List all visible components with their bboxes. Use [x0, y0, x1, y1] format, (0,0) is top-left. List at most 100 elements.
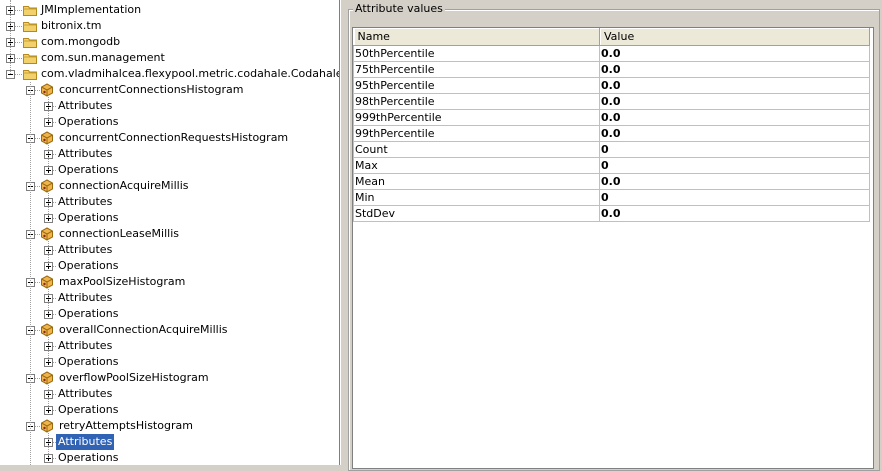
tree-line [53, 218, 56, 219]
tree-node-mbean[interactable]: connectionLeaseMillis [0, 226, 339, 242]
tree-node-label: connectionLeaseMillis [59, 227, 179, 240]
tree-node-label: Operations [58, 163, 119, 176]
tree-node-mbean[interactable]: maxPoolSizeHistogram [0, 274, 339, 290]
tree-node-label: bitronix.tm [41, 19, 102, 32]
tree-node-label: Attributes [58, 387, 113, 400]
tree-line [53, 106, 56, 107]
tree-node-attributes[interactable]: Attributes [0, 242, 339, 258]
tree-line [53, 458, 56, 459]
tree-node-label: Attributes [56, 434, 115, 450]
attribute-value[interactable]: 0.0 [599, 109, 870, 126]
mbean-icon [40, 419, 54, 433]
attribute-row[interactable]: 75thPercentile 0.0 [353, 61, 870, 78]
attribute-value[interactable]: 0.0 [599, 77, 870, 94]
tree-node-label: Attributes [58, 291, 113, 304]
tree-node-mbean[interactable]: retryAttemptsHistogram [0, 418, 339, 434]
tree-node-label: retryAttemptsHistogram [59, 419, 193, 432]
tree-node-attributes[interactable]: Attributes [0, 146, 339, 162]
tree-node-mbean[interactable]: concurrentConnectionRequestsHistogram [0, 130, 339, 146]
tree-node-operations[interactable]: Operations [0, 450, 339, 465]
attribute-value[interactable]: 0.0 [599, 93, 870, 110]
tree-line [53, 250, 56, 251]
tree-line [48, 143, 49, 170]
attribute-value[interactable]: 0 [599, 157, 870, 174]
tree-line [48, 191, 49, 218]
tree-node-label: connectionAcquireMillis [59, 179, 189, 192]
mbean-icon [40, 83, 54, 97]
tree-line [53, 202, 56, 203]
tree-node-operations[interactable]: Operations [0, 306, 339, 322]
attribute-name: 75thPercentile [353, 61, 600, 78]
attribute-row[interactable]: Count 0 [353, 141, 870, 158]
attribute-value[interactable]: 0.0 [599, 45, 870, 62]
attribute-name: 50thPercentile [353, 45, 600, 62]
column-header-value[interactable]: Value [599, 28, 870, 46]
tree-node-operations[interactable]: Operations [0, 258, 339, 274]
folder-icon [23, 52, 37, 64]
tree-node-label: concurrentConnectionRequestsHistogram [59, 131, 289, 144]
tree-node-mbean[interactable]: concurrentConnectionsHistogram [0, 82, 339, 98]
tree-node-attributes[interactable]: Attributes [0, 386, 339, 402]
attribute-value[interactable]: 0.0 [599, 61, 870, 78]
tree-node-label: com.vladmihalcea.flexypool.metric.codaha… [41, 67, 340, 80]
tree-line [48, 383, 49, 410]
tree-line [15, 74, 22, 75]
tree-node-operations[interactable]: Operations [0, 114, 339, 130]
tree-line [35, 186, 40, 187]
attribute-value[interactable]: 0.0 [599, 205, 870, 222]
attribute-row[interactable]: 99thPercentile 0.0 [353, 125, 870, 142]
attribute-row[interactable]: 999thPercentile 0.0 [353, 109, 870, 126]
mbean-icon [40, 371, 54, 385]
tree-node-package[interactable]: bitronix.tm [0, 18, 339, 34]
attribute-row[interactable]: 95thPercentile 0.0 [353, 77, 870, 94]
tree-line [53, 394, 56, 395]
tree-node-package[interactable]: com.mongodb [0, 34, 339, 50]
column-header-name[interactable]: Name [353, 28, 600, 46]
tree-node-label: com.sun.management [41, 51, 165, 64]
attributes-panel: Attribute values Name Value 50thPercenti… [345, 0, 882, 471]
attribute-row[interactable]: Mean 0.0 [353, 173, 870, 190]
tree-node-attributes[interactable]: Attributes [0, 434, 339, 450]
tree-line [48, 95, 49, 122]
attribute-row[interactable]: Max 0 [353, 157, 870, 174]
tree-line [48, 239, 49, 266]
tree-line [15, 42, 22, 43]
attribute-row[interactable]: 50thPercentile 0.0 [353, 45, 870, 62]
tree-node-attributes[interactable]: Attributes [0, 98, 339, 114]
attribute-row[interactable]: Min 0 [353, 189, 870, 206]
tree-node-package[interactable]: JMImplementation [0, 2, 339, 18]
tree-line [53, 442, 56, 443]
attribute-value[interactable]: 0 [599, 189, 870, 206]
tree-node-operations[interactable]: Operations [0, 354, 339, 370]
attribute-value[interactable]: 0.0 [599, 125, 870, 142]
attribute-value[interactable]: 0 [599, 141, 870, 158]
tree-line [10, 0, 11, 74]
tree-line [35, 378, 40, 379]
tree-node-label: Operations [58, 403, 119, 416]
attribute-table-container[interactable]: Name Value 50thPercentile 0.0 75thPercenti… [352, 27, 874, 469]
tree-node-operations[interactable]: Operations [0, 210, 339, 226]
tree-node-mbean[interactable]: connectionAcquireMillis [0, 178, 339, 194]
tree-node-attributes[interactable]: Attributes [0, 290, 339, 306]
folder-icon [23, 68, 37, 80]
tree-node-operations[interactable]: Operations [0, 402, 339, 418]
tree-node-package[interactable]: com.vladmihalcea.flexypool.metric.codaha… [0, 66, 339, 82]
tree-line [53, 170, 56, 171]
tree-node-label: Attributes [58, 195, 113, 208]
folder-icon [23, 36, 37, 48]
attribute-row[interactable]: 98thPercentile 0.0 [353, 93, 870, 110]
tree-node-attributes[interactable]: Attributes [0, 194, 339, 210]
tree-node-mbean[interactable]: overflowPoolSizeHistogram [0, 370, 339, 386]
attribute-row[interactable]: StdDev 0.0 [353, 205, 870, 222]
tree-node-package[interactable]: com.sun.management [0, 50, 339, 66]
tree-node-attributes[interactable]: Attributes [0, 338, 339, 354]
tree-node-label: Operations [58, 451, 119, 464]
attribute-value[interactable]: 0.0 [599, 173, 870, 190]
tree-node-mbean[interactable]: overallConnectionAcquireMillis [0, 322, 339, 338]
mbean-tree[interactable]: JMImplementation bitronix.tm com.mongodb co… [0, 0, 340, 465]
tree-node-operations[interactable]: Operations [0, 162, 339, 178]
tree-node-label: Operations [58, 307, 119, 320]
tree-node-label: Operations [58, 211, 119, 224]
attribute-name: 999thPercentile [353, 109, 600, 126]
tree-line [35, 138, 40, 139]
